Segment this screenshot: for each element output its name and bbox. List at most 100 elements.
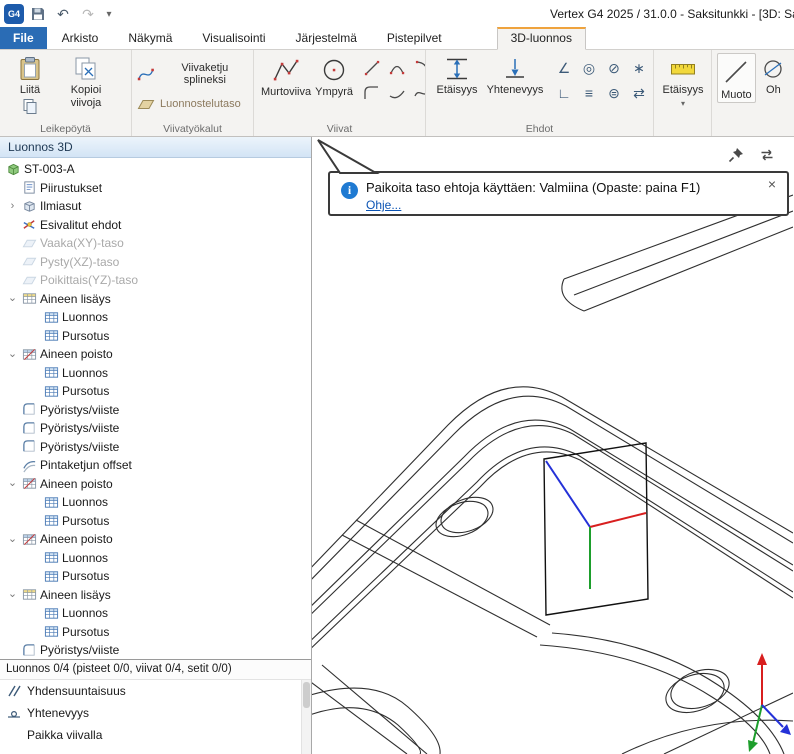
- tangent-constraint-button[interactable]: ⊘: [603, 57, 625, 79]
- tree-item[interactable]: Pursotus: [0, 327, 311, 346]
- tree-item[interactable]: Pursotus: [0, 623, 311, 642]
- tab-arkisto[interactable]: Arkisto: [47, 27, 114, 49]
- tab-nakyma[interactable]: Näkymä: [113, 27, 187, 49]
- tab-jarjestelma[interactable]: Järjestelmä: [281, 27, 372, 49]
- tree-item-label: Poikittais(YZ)-taso: [40, 273, 138, 287]
- tab-file[interactable]: File: [0, 27, 47, 49]
- chevron-down-icon[interactable]: ⌄: [6, 349, 19, 360]
- constraint-small-grid: ∠ ∟ ◎ ≡ ⊘ ⊜ ∗ ⇄: [553, 57, 650, 105]
- pattern-constraint-button[interactable]: ∗: [628, 57, 650, 79]
- tree-item[interactable]: Piirustukset: [0, 179, 311, 198]
- featcut-icon: [22, 476, 37, 491]
- tree-item[interactable]: Pyöristys/viiste: [0, 438, 311, 457]
- tab-3d-luonnos[interactable]: 3D-luonnos: [497, 27, 586, 50]
- shape-extra-button[interactable]: Oh: [756, 53, 791, 97]
- tree-item[interactable]: ⌄Aineen poisto: [0, 530, 311, 549]
- coincidence-constraint-button[interactable]: Yhtenevyys: [483, 53, 547, 97]
- grid-icon: [44, 513, 59, 528]
- angle-constraint-icon: ∠: [558, 60, 571, 77]
- tree-item[interactable]: Luonnos: [0, 604, 311, 623]
- corner-round-tool-button[interactable]: [361, 82, 383, 104]
- tree-item[interactable]: Pursotus: [0, 512, 311, 531]
- parallel-constraint-button[interactable]: ≡: [578, 82, 600, 104]
- tree-item[interactable]: Pursotus: [0, 567, 311, 586]
- sketch-plane-button[interactable]: Luonnostelutaso: [137, 95, 250, 113]
- paste-special-button[interactable]: [21, 97, 39, 115]
- tree-item[interactable]: Luonnos: [0, 364, 311, 383]
- equal-constraint-button[interactable]: ⊜: [603, 82, 625, 104]
- parallel-constraint-icon: ≡: [585, 85, 593, 101]
- chevron-down-icon[interactable]: ⌄: [6, 534, 19, 545]
- app-logo-icon[interactable]: G4: [4, 4, 24, 24]
- sync-tree-button[interactable]: [756, 144, 778, 166]
- constraint-list: YhdensuuntaisuusYhtenevyysPaikka viivall…: [0, 680, 311, 746]
- chevron-right-icon[interactable]: ›: [6, 201, 19, 212]
- tree-item[interactable]: ST-003-A: [0, 160, 311, 179]
- round-icon: [22, 643, 37, 658]
- tree-item[interactable]: ⌄Aineen poisto: [0, 345, 311, 364]
- shape-button[interactable]: Muoto: [717, 53, 756, 103]
- save-button[interactable]: [27, 3, 49, 25]
- chevron-down-icon[interactable]: ⌄: [6, 589, 19, 600]
- pattern-constraint-icon: ∗: [633, 60, 645, 77]
- tree-item[interactable]: Pintaketjun offset: [0, 456, 311, 475]
- tree-item[interactable]: ⌄Aineen poisto: [0, 475, 311, 494]
- tree-item[interactable]: ⌄Aineen lisäys: [0, 290, 311, 309]
- viewport-3d[interactable]: i Paikoita taso ehtoja käyttäen: Valmiin…: [312, 137, 794, 754]
- polyline-button[interactable]: Murtoviiva: [259, 53, 313, 99]
- constraint-item[interactable]: Paikka viivalla: [0, 724, 311, 746]
- chevron-down-icon[interactable]: ⌄: [6, 293, 19, 304]
- status-scrollbar-thumb[interactable]: [303, 682, 310, 708]
- pin-button[interactable]: [725, 144, 747, 166]
- arc3-tool-button[interactable]: [411, 57, 426, 79]
- concentric-constraint-button[interactable]: ◎: [578, 57, 600, 79]
- tree-item[interactable]: Esivalitut ehdot: [0, 216, 311, 235]
- freeform-tool-button[interactable]: [411, 82, 426, 104]
- close-prompt-button[interactable]: ×: [763, 175, 781, 193]
- status-scrollbar[interactable]: [301, 680, 311, 754]
- tree-item-label: ST-003-A: [24, 162, 75, 176]
- tree-item-label: Luonnos: [62, 310, 108, 324]
- help-link[interactable]: Ohje...: [366, 198, 401, 212]
- grid-icon: [44, 365, 59, 380]
- arc2-tool-button[interactable]: [386, 82, 408, 104]
- tree-item[interactable]: ›Ilmiasut: [0, 197, 311, 216]
- distance-constraint-button[interactable]: Etäisyys: [431, 53, 483, 97]
- tree-item[interactable]: Vaaka(XY)-taso: [0, 234, 311, 253]
- tree-item[interactable]: Pursotus: [0, 382, 311, 401]
- tree-item[interactable]: Luonnos: [0, 549, 311, 568]
- tree-item[interactable]: Pyöristys/viiste: [0, 419, 311, 438]
- tree-item[interactable]: Luonnos: [0, 493, 311, 512]
- line-tool-button[interactable]: [361, 57, 383, 79]
- angle-constraint-button[interactable]: ∠: [553, 57, 575, 79]
- concentric-constraint-icon: ◎: [583, 60, 595, 77]
- spline-chain-button[interactable]: Viivaketju splineksi: [137, 62, 250, 86]
- symmetry-constraint-button[interactable]: ⇄: [628, 82, 650, 104]
- tree-item[interactable]: Pysty(XZ)-taso: [0, 253, 311, 272]
- copy-lines-button[interactable]: Kopioi viivoja: [55, 53, 117, 109]
- undo-button[interactable]: ↶: [52, 3, 74, 25]
- tab-visualisointi[interactable]: Visualisointi: [187, 27, 280, 49]
- measure-distance-button[interactable]: Etäisyys ▾: [659, 53, 707, 108]
- tree-item[interactable]: Pyöristys/viiste: [0, 641, 311, 659]
- constraint-item[interactable]: Yhtenevyys: [0, 702, 311, 724]
- constraint-item[interactable]: Yhdensuuntaisuus: [0, 680, 311, 702]
- tree-item[interactable]: Luonnos: [0, 308, 311, 327]
- tree-item[interactable]: Poikittais(YZ)-taso: [0, 271, 311, 290]
- arc-tool-button[interactable]: [386, 57, 408, 79]
- perpendicular-constraint-button[interactable]: ∟: [553, 82, 575, 104]
- redo-button[interactable]: ↷: [77, 3, 99, 25]
- tree-item[interactable]: Pyöristys/viiste: [0, 401, 311, 420]
- polyline-label: Murtoviiva: [261, 86, 311, 99]
- shape-label: Muoto: [721, 89, 752, 102]
- circle-button[interactable]: Ympyrä: [313, 53, 355, 99]
- chevron-down-icon[interactable]: ⌄: [6, 478, 19, 489]
- tab-pistepilvet[interactable]: Pistepilvet: [372, 27, 457, 49]
- quick-access-customize-button[interactable]: ▾: [102, 3, 116, 25]
- paste-button[interactable]: Liitä: [15, 53, 45, 97]
- sketch-plane-icon: [137, 95, 155, 113]
- tree-item-label: Pursotus: [62, 625, 109, 639]
- tree-item[interactable]: ⌄ Aineen lisäys: [0, 586, 311, 605]
- sketch-plane-highlight[interactable]: [544, 443, 648, 615]
- tree-item-label: Aineen lisäys: [40, 588, 111, 602]
